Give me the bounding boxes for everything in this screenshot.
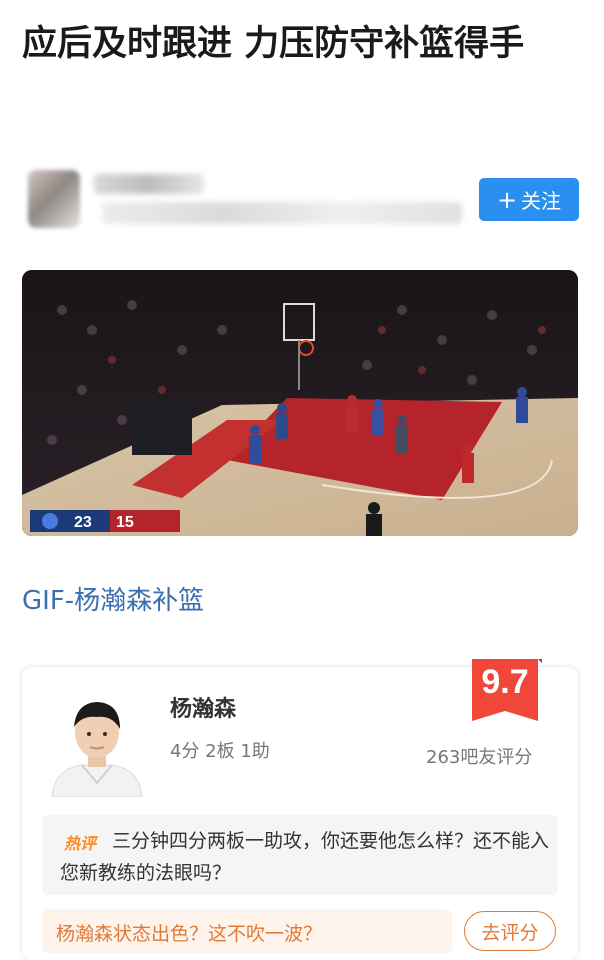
scoreboard-home: 23 (74, 514, 92, 531)
rating-count: 263吧友评分 (426, 747, 533, 768)
player-name[interactable]: 杨瀚森 (170, 691, 236, 723)
score-value: 9.7 (481, 663, 529, 701)
author-row: + 关注 (22, 162, 580, 234)
score-badge: 9.7 (472, 659, 544, 729)
follow-button[interactable]: + 关注 (479, 178, 579, 221)
gif-caption: GIF-杨瀚森补篮 (22, 586, 205, 616)
scoreboard-away: 15 (116, 514, 134, 531)
hot-comment-text: 三分钟四分两板一助攻，你还要他怎么样？还不能入您新教练的法眼吗？ (60, 830, 550, 884)
player-avatar[interactable] (42, 687, 152, 797)
rate-button[interactable]: 去评分 (464, 911, 556, 951)
plus-icon: + (496, 185, 518, 214)
basketball-court-image: 23 15 (22, 270, 578, 536)
author-avatar[interactable] (28, 170, 80, 228)
author-meta-blurred (102, 202, 462, 224)
player-rating-card[interactable]: 杨瀚森 4分 2板 1助 9.7 263吧友评分 热评 三分钟四分两板一助攻，你… (22, 659, 578, 960)
article-title: 应后及时跟进 力压防守补篮得手 (22, 24, 525, 64)
player-stats: 4分 2板 1助 (170, 741, 270, 762)
follow-label: 关注 (521, 189, 562, 213)
author-name-blurred[interactable] (94, 174, 204, 194)
rating-prompt-text: 杨瀚森状态出色？这不吹一波？ (56, 923, 323, 945)
hot-comment[interactable]: 热评 三分钟四分两板一助攻，你还要他怎么样？还不能入您新教练的法眼吗？ (42, 815, 558, 895)
highlight-gif[interactable]: 23 15 (22, 270, 578, 536)
rating-prompt[interactable]: 杨瀚森状态出色？这不吹一波？ (42, 909, 452, 953)
